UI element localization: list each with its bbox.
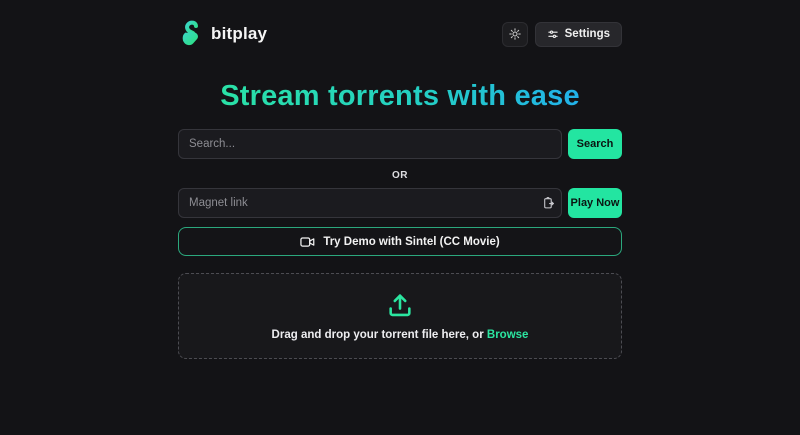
search-input[interactable] (178, 129, 562, 159)
magnet-input-wrap (178, 188, 562, 218)
dropzone-text-main: Drag and drop your torrent file here, or (272, 329, 484, 341)
clipboard-paste-icon (542, 196, 555, 210)
search-button[interactable]: Search (568, 129, 622, 159)
settings-button[interactable]: Settings (535, 22, 622, 47)
header: bitplay (178, 0, 622, 47)
upload-icon (386, 291, 414, 319)
header-actions: Settings (502, 22, 622, 47)
brand-name: bitplay (211, 24, 267, 44)
bitplay-logo-icon (178, 20, 204, 48)
search-input-wrap (178, 129, 562, 159)
torrent-dropzone[interactable]: Drag and drop your torrent file here, or… (178, 273, 622, 359)
sliders-icon (547, 29, 559, 40)
main-container: bitplay (178, 0, 622, 359)
sun-icon (509, 28, 521, 40)
demo-button[interactable]: Try Demo with Sintel (CC Movie) (178, 227, 622, 256)
theme-toggle-button[interactable] (502, 22, 528, 47)
or-divider: OR (178, 170, 622, 181)
search-row: Search (178, 129, 622, 159)
paste-button[interactable] (542, 196, 555, 210)
magnet-row: Play Now (178, 188, 622, 218)
settings-button-label: Settings (565, 28, 610, 40)
dropzone-text: Drag and drop your torrent file here, or… (272, 329, 529, 341)
play-now-button[interactable]: Play Now (568, 188, 622, 218)
video-camera-icon (300, 236, 315, 248)
browse-link[interactable]: Browse (487, 329, 529, 341)
brand[interactable]: bitplay (178, 20, 267, 48)
demo-button-label: Try Demo with Sintel (CC Movie) (323, 236, 499, 248)
page-title: Stream torrents with ease (178, 80, 622, 113)
magnet-link-input[interactable] (178, 188, 562, 218)
